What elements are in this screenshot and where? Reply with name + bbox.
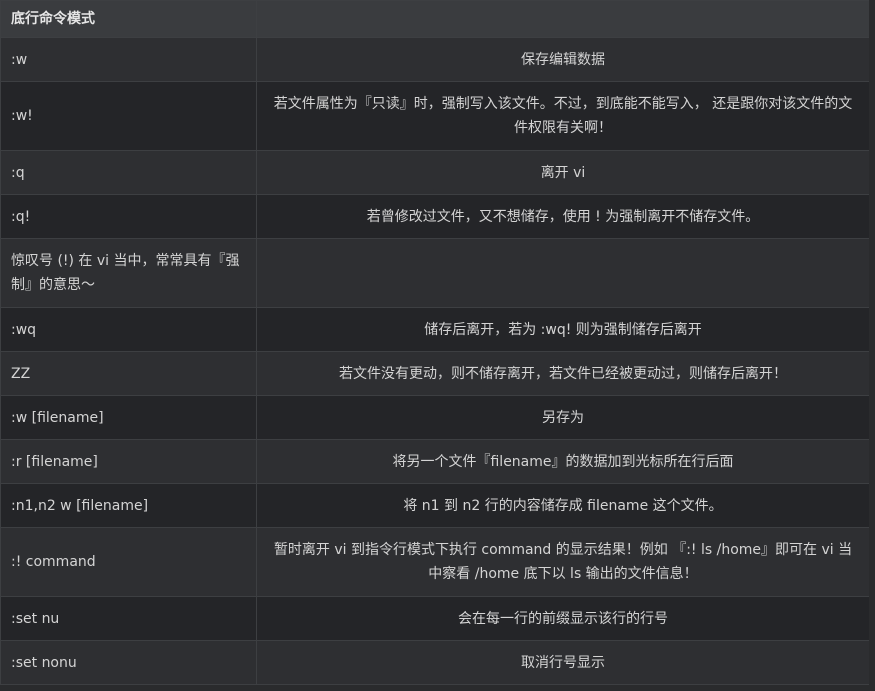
command-cell: :r [filename] bbox=[0, 439, 257, 484]
command-cell: :w! bbox=[0, 81, 257, 151]
description-cell: 取消行号显示 bbox=[256, 640, 870, 685]
header-cell-empty bbox=[256, 0, 870, 38]
table-row: :set nu 会在每一行的前缀显示该行的行号 bbox=[0, 596, 870, 641]
description-cell: 会在每一行的前缀显示该行的行号 bbox=[256, 596, 870, 641]
table-row: :q! 若曾修改过文件，又不想储存，使用 ! 为强制离开不储存文件。 bbox=[0, 194, 870, 239]
command-cell: :n1,n2 w [filename] bbox=[0, 483, 257, 528]
table-row: :set nonu 取消行号显示 bbox=[0, 640, 870, 685]
command-cell: ZZ bbox=[0, 351, 257, 396]
command-cell: :q! bbox=[0, 194, 257, 239]
table-row: 惊叹号 (!) 在 vi 当中，常常具有『强制』的意思～ bbox=[0, 238, 870, 308]
table-row: :wq 储存后离开，若为 :wq! 则为强制储存后离开 bbox=[0, 307, 870, 352]
table-row: :! command 暂时离开 vi 到指令行模式下执行 command 的显示… bbox=[0, 527, 870, 597]
command-cell: :set nonu bbox=[0, 640, 257, 685]
command-cell: :w [filename] bbox=[0, 395, 257, 440]
description-cell: 暂时离开 vi 到指令行模式下执行 command 的显示结果！例如 『:! l… bbox=[256, 527, 870, 597]
description-cell: 保存编辑数据 bbox=[256, 37, 870, 82]
table-row: :n1,n2 w [filename] 将 n1 到 n2 行的内容储存成 fi… bbox=[0, 483, 870, 528]
description-cell: 若文件没有更动，则不储存离开，若文件已经被更动过，则储存后离开！ bbox=[256, 351, 870, 396]
table-row: ZZ 若文件没有更动，则不储存离开，若文件已经被更动过，则储存后离开！ bbox=[0, 351, 870, 396]
header-cell-mode: 底行命令模式 bbox=[0, 0, 257, 38]
description-cell: 若曾修改过文件，又不想储存，使用 ! 为强制离开不储存文件。 bbox=[256, 194, 870, 239]
description-cell: 离开 vi bbox=[256, 150, 870, 195]
command-cell: :q bbox=[0, 150, 257, 195]
description-cell: 储存后离开，若为 :wq! 则为强制储存后离开 bbox=[256, 307, 870, 352]
vi-command-table: 底行命令模式 :w 保存编辑数据 :w! 若文件属性为『只读』时，强制写入该文件… bbox=[0, 0, 870, 685]
description-cell: 另存为 bbox=[256, 395, 870, 440]
vi-command-table-wrapper: 底行命令模式 :w 保存编辑数据 :w! 若文件属性为『只读』时，强制写入该文件… bbox=[0, 0, 870, 685]
table-row: :w 保存编辑数据 bbox=[0, 37, 870, 82]
table-row: :w [filename] 另存为 bbox=[0, 395, 870, 440]
command-cell: :! command bbox=[0, 527, 257, 597]
right-margin bbox=[869, 0, 875, 691]
command-cell: 惊叹号 (!) 在 vi 当中，常常具有『强制』的意思～ bbox=[0, 238, 257, 308]
description-cell bbox=[256, 238, 870, 308]
table-row: :r [filename] 将另一个文件『filename』的数据加到光标所在行… bbox=[0, 439, 870, 484]
command-cell: :w bbox=[0, 37, 257, 82]
table-header-row: 底行命令模式 bbox=[0, 0, 870, 38]
command-cell: :set nu bbox=[0, 596, 257, 641]
command-cell: :wq bbox=[0, 307, 257, 352]
description-cell: 若文件属性为『只读』时，强制写入该文件。不过，到底能不能写入， 还是跟你对该文件… bbox=[256, 81, 870, 151]
table-row: :w! 若文件属性为『只读』时，强制写入该文件。不过，到底能不能写入， 还是跟你… bbox=[0, 81, 870, 151]
description-cell: 将另一个文件『filename』的数据加到光标所在行后面 bbox=[256, 439, 870, 484]
table-row: :q 离开 vi bbox=[0, 150, 870, 195]
description-cell: 将 n1 到 n2 行的内容储存成 filename 这个文件。 bbox=[256, 483, 870, 528]
